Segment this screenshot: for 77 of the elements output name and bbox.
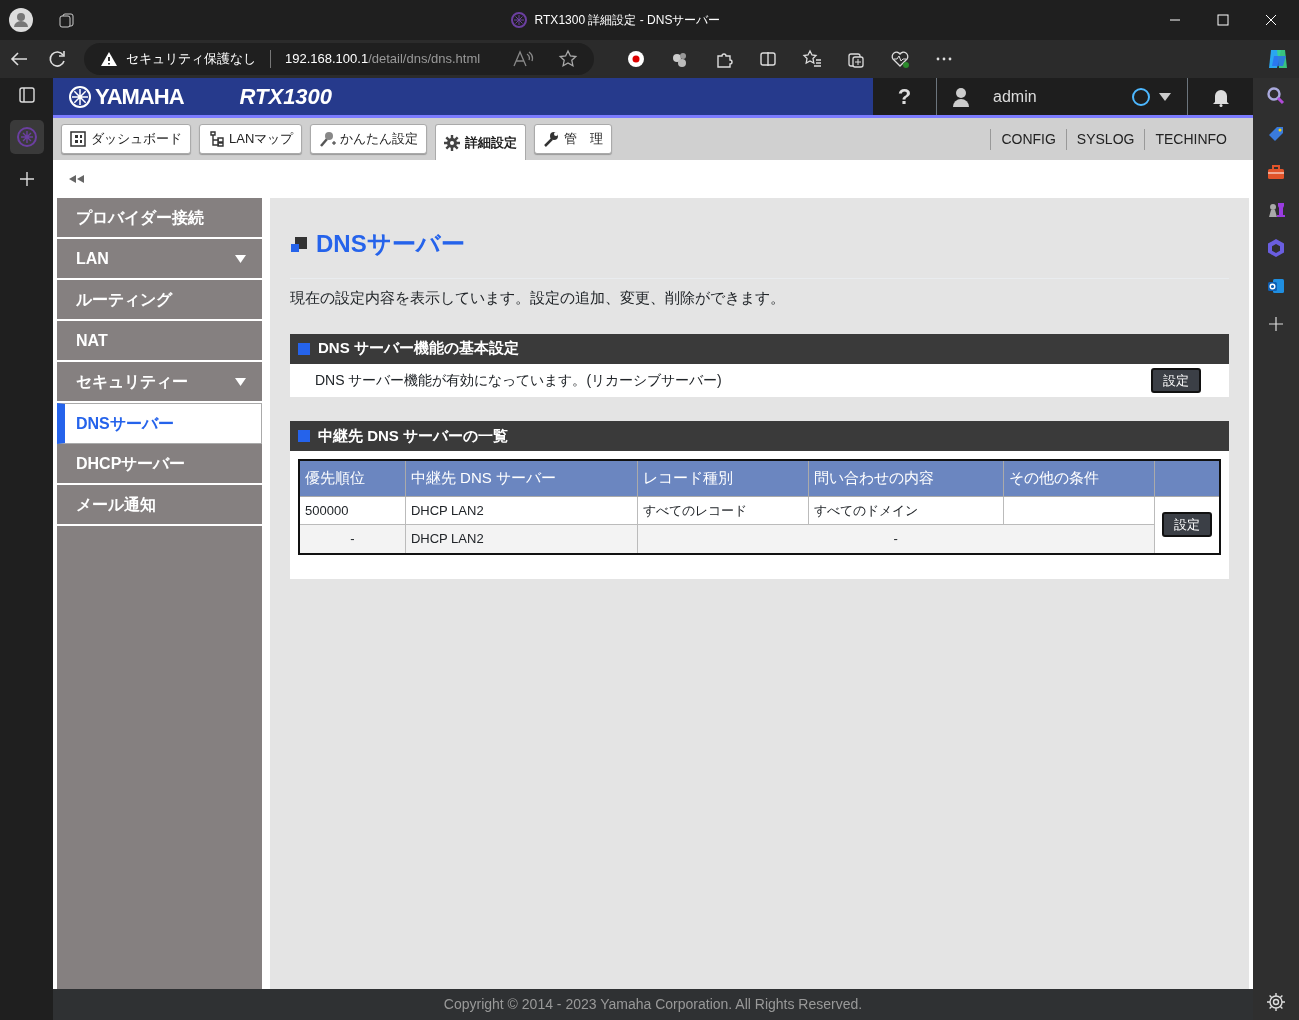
square-icon — [298, 342, 310, 355]
help-button[interactable]: ? — [873, 78, 937, 115]
table-cell: すべてのレコード — [637, 496, 809, 525]
profile-icon[interactable] — [8, 7, 34, 33]
caret-icon — [1159, 92, 1171, 101]
collapse-icon[interactable] — [69, 175, 85, 183]
security-label: セキュリティ保護なし — [126, 50, 256, 69]
status-ring-icon — [1131, 86, 1151, 107]
menu-item[interactable]: DNSサーバー — [57, 403, 262, 444]
menu-item[interactable]: メール通知 — [57, 485, 262, 526]
square-icon — [298, 430, 310, 442]
copyright-text: Copyright © 2014 - 2023 Yamaha Corporation. All Rights Reserved. — [443, 995, 863, 1014]
dashboard-icon — [70, 131, 87, 147]
settings-button[interactable]: 設定 — [1161, 511, 1212, 538]
menu-item[interactable]: NAT — [57, 321, 262, 362]
table-cell: DHCP LAN2 — [405, 496, 638, 525]
column-header: 中継先 DNS サーバー — [405, 460, 638, 496]
menu-item[interactable]: プロバイダー接続 — [57, 198, 262, 239]
user-menu[interactable]: admin — [937, 78, 1187, 115]
chess-icon[interactable] — [1266, 200, 1286, 220]
mail-app-icon[interactable] — [1266, 276, 1286, 296]
window-title: RTX1300 詳細設定 - DNSサーバー — [534, 12, 721, 29]
caret-icon — [235, 254, 246, 263]
address-bar[interactable]: セキュリティ保護なし 192.168.100.1/detail/dns/dns.html — [84, 43, 594, 75]
url-text: 192.168.100.1/detail/dns/dns.html — [285, 50, 481, 69]
table-cell: すべてのドメイン — [808, 496, 1004, 525]
yamaha-emblem-icon — [69, 85, 91, 108]
column-header: 優先順位 — [299, 460, 406, 496]
column-header: レコード種別 — [637, 460, 809, 496]
title-squares-icon — [290, 235, 308, 253]
table-cell: - — [299, 524, 406, 554]
menu-item[interactable]: LAN — [57, 239, 262, 280]
read-aloud-icon[interactable] — [512, 49, 534, 69]
menu-item[interactable]: DHCPサーバー — [57, 444, 262, 485]
table-cell: DHCP LAN2 — [405, 524, 638, 554]
tab-actions-icon[interactable] — [17, 86, 36, 104]
model-name: RTX1300 — [239, 83, 333, 111]
section-title: DNS サーバー機能の基本設定 — [318, 338, 519, 359]
header-link[interactable]: SYSLOG — [1065, 128, 1145, 150]
table-cell: - — [637, 524, 1154, 554]
record-icon[interactable] — [626, 49, 646, 69]
caret-icon — [235, 377, 246, 386]
nav-tab[interactable]: 管 理 — [534, 124, 613, 154]
star-icon[interactable] — [558, 49, 578, 69]
hexagon-logo-icon[interactable] — [1266, 238, 1286, 258]
nav-tab[interactable]: ダッシュボード — [61, 124, 191, 154]
health-icon[interactable] — [890, 49, 910, 69]
wrench-icon — [543, 131, 561, 147]
page-title: DNSサーバー — [316, 229, 465, 259]
nav-tab[interactable]: かんたん設定 — [310, 124, 428, 154]
tree-icon — [208, 131, 225, 147]
search-icon[interactable] — [1266, 86, 1286, 106]
split-screen-icon[interactable] — [758, 49, 778, 69]
logo-text: YAMAHA — [95, 83, 184, 111]
status-text: DNS サーバー機能が有効になっています。(リカーシブサーバー) — [315, 370, 723, 390]
nav-tab[interactable]: LANマップ — [199, 124, 303, 154]
toolbox-icon[interactable] — [1266, 162, 1286, 182]
column-header: 問い合わせの内容 — [808, 460, 1004, 496]
favorites-icon[interactable] — [802, 49, 822, 69]
user-icon — [953, 86, 969, 107]
section-title: 中継先 DNS サーバーの一覧 — [318, 425, 508, 446]
menu-item[interactable]: ルーティング — [57, 280, 262, 321]
header-link[interactable]: CONFIG — [990, 128, 1066, 150]
new-tab-icon[interactable] — [17, 170, 36, 188]
header-link[interactable]: TECHINFO — [1144, 128, 1237, 150]
tabs-icon[interactable] — [58, 11, 76, 29]
page-description: 現在の設定内容を表示しています。設定の追加、変更、削除ができます。 — [290, 288, 786, 308]
settings-icon[interactable] — [1266, 992, 1286, 1012]
nav-tab[interactable]: 詳細設定 — [435, 124, 527, 160]
warning-icon — [100, 51, 118, 67]
settings-button[interactable]: 設定 — [1151, 367, 1201, 393]
user-name: admin — [993, 86, 1038, 107]
column-header: その他の条件 — [1003, 460, 1154, 496]
page-favicon — [510, 12, 527, 28]
gear-icon — [444, 134, 462, 151]
add-icon[interactable] — [1266, 314, 1286, 334]
table-cell: 500000 — [299, 496, 406, 525]
